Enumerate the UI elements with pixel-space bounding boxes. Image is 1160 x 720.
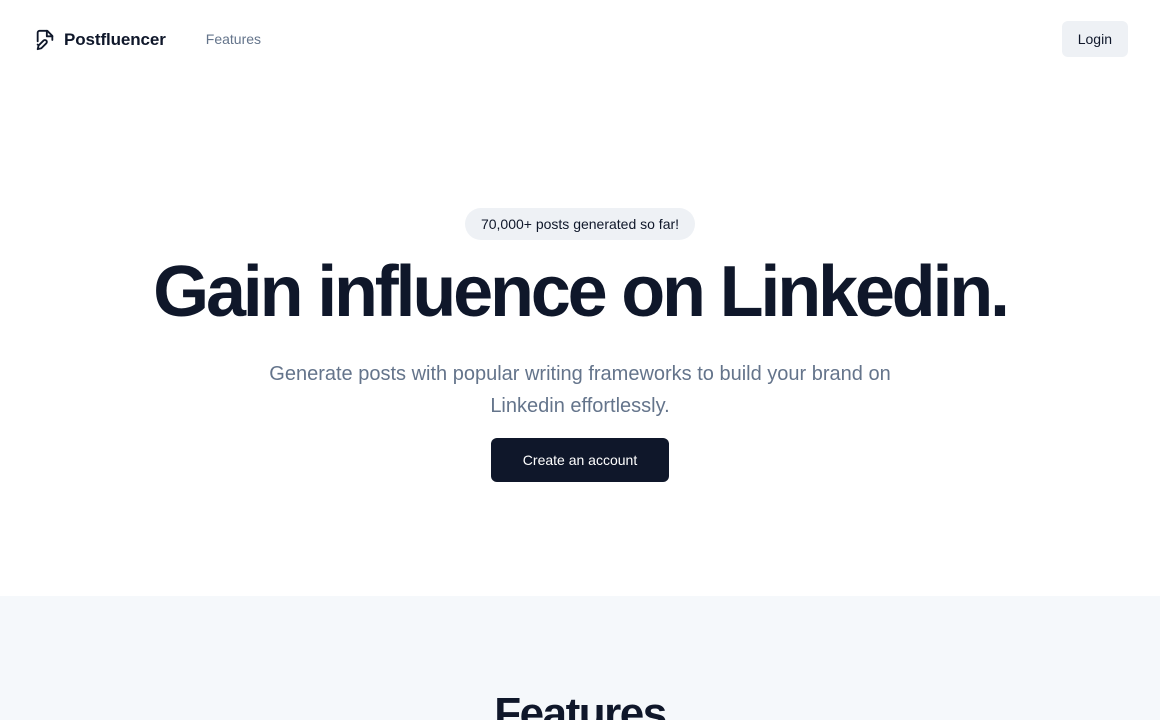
navbar: Postfluencer Features Login bbox=[0, 0, 1160, 80]
hero-title: Gain influence on Linkedin. bbox=[153, 252, 1010, 332]
features-section: Features bbox=[0, 596, 1160, 720]
hero-subtitle: Generate posts with popular writing fram… bbox=[269, 363, 891, 417]
create-account-button[interactable]: Create an account bbox=[490, 438, 670, 482]
brand-name: Postfluencer bbox=[64, 30, 166, 49]
features-heading: Features bbox=[494, 689, 667, 720]
login-button[interactable]: Login bbox=[1061, 21, 1128, 57]
edit-document-icon bbox=[34, 29, 56, 51]
posts-count-badge: 70,000+ posts generated so far! bbox=[464, 208, 696, 240]
brand-link[interactable]: Postfluencer bbox=[34, 29, 166, 51]
hero-section: 70,000+ posts generated so far! Gain inf… bbox=[0, 80, 1160, 596]
nav-link-features[interactable]: Features bbox=[206, 31, 261, 47]
